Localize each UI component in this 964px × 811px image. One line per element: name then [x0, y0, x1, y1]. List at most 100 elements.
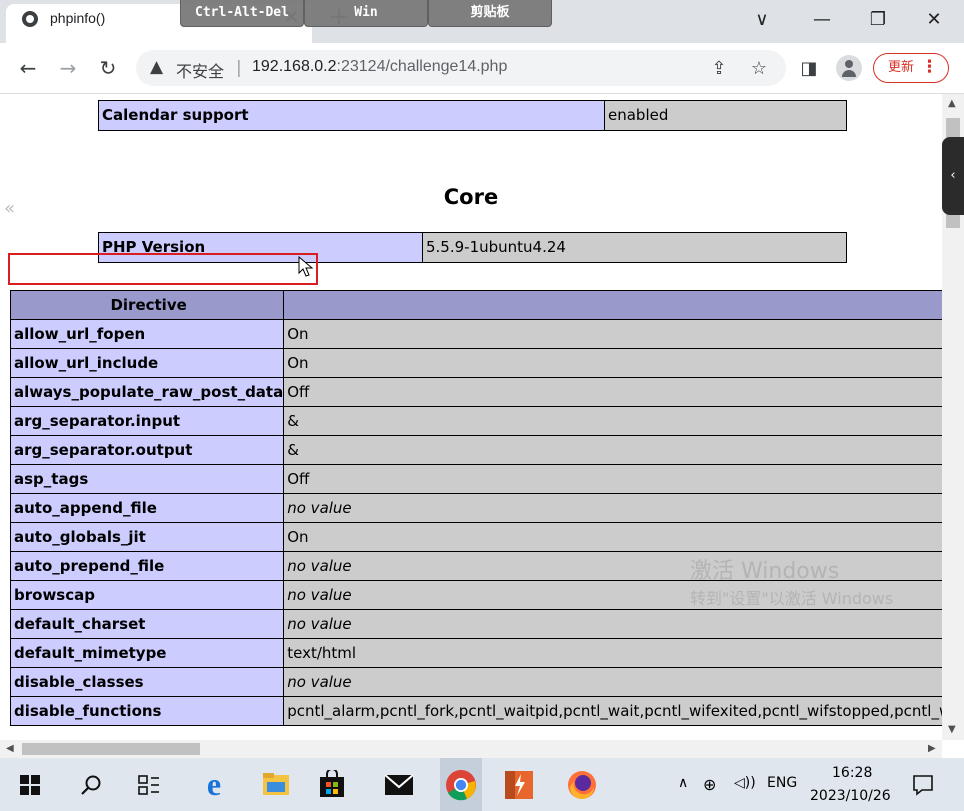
directive-header-row: Directive: [9, 290, 942, 320]
directive-value: no value: [283, 551, 942, 581]
scroll-right-icon[interactable]: ▶: [928, 743, 936, 754]
directive-name: arg_separator.input: [9, 406, 285, 436]
directive-name: default_mimetype: [9, 638, 285, 668]
directive-name: auto_append_file: [9, 493, 285, 523]
directive-value: text/html: [283, 638, 942, 668]
scroll-down-icon[interactable]: ▼: [948, 724, 956, 735]
tab-search-icon[interactable]: ∨: [748, 8, 776, 32]
clock-date[interactable]: 2023/10/26: [810, 788, 891, 804]
directive-name: disable_functions: [9, 696, 285, 726]
mouse-cursor-icon: [298, 256, 314, 277]
directive-name: default_charset: [9, 609, 285, 639]
clock-time[interactable]: 16:28: [832, 765, 872, 781]
edge-icon[interactable]: e: [196, 766, 232, 802]
side-drawer-handle[interactable]: ‹: [942, 137, 964, 215]
directive-row: arg_separator.input &: [9, 406, 942, 436]
highlight-box: [8, 253, 318, 285]
ctrl-alt-del-button[interactable]: Ctrl-Alt-Del: [180, 0, 304, 27]
scroll-left-icon[interactable]: ◀: [6, 743, 14, 754]
directive-table: Directive allow_url_fopen On allow_url_inc…: [9, 290, 942, 726]
network-icon[interactable]: ⊕: [703, 775, 716, 794]
mail-icon[interactable]: [384, 774, 414, 796]
activation-watermark-hint: 转到"设置"以激活 Windows: [690, 589, 894, 608]
directive-value: On: [283, 319, 942, 349]
directive-value: no value: [283, 609, 942, 639]
page-content: Calendar support enabled « Core PHP Vers…: [0, 94, 942, 740]
horizontal-scroll-thumb[interactable]: [22, 743, 200, 755]
warning-icon[interactable]: ▲: [150, 57, 163, 77]
directive-row: asp_tags Off: [9, 464, 942, 494]
store-icon[interactable]: [318, 770, 346, 798]
directive-value: &: [283, 435, 942, 465]
directive-value: no value: [283, 667, 942, 697]
minimize-icon[interactable]: —: [808, 8, 836, 32]
directive-value: pcntl_alarm,pcntl_fork,pcntl_waitpid,pcn…: [283, 696, 942, 726]
share-icon[interactable]: ⇪: [706, 56, 732, 82]
tray-overflow-icon[interactable]: ∧: [678, 775, 688, 791]
firefox-icon[interactable]: [566, 769, 598, 801]
search-icon[interactable]: [80, 774, 102, 796]
notification-icon[interactable]: [912, 774, 934, 796]
url-path: :23124/challenge14.php: [336, 58, 508, 75]
url-host: 192.168.0.2: [252, 58, 337, 75]
directive-row: disable_classes no value: [9, 667, 942, 697]
tab-title: phpinfo(): [50, 10, 106, 26]
win-key-button[interactable]: Win: [304, 0, 428, 27]
directive-name: auto_globals_jit: [9, 522, 285, 552]
directive-value: Off: [283, 464, 942, 494]
profile-avatar-icon[interactable]: [836, 55, 862, 81]
directive-name: allow_url_include: [9, 348, 285, 378]
activation-watermark: 激活 Windows: [690, 559, 840, 584]
burp-suite-icon[interactable]: [504, 770, 534, 800]
directive-name: arg_separator.output: [9, 435, 285, 465]
address-separator: |: [236, 58, 242, 78]
directive-name: allow_url_fopen: [9, 319, 285, 349]
back-icon[interactable]: ←: [14, 54, 42, 82]
close-window-icon[interactable]: ✕: [920, 8, 948, 32]
start-icon[interactable]: [20, 775, 40, 795]
directive-name: asp_tags: [9, 464, 285, 494]
file-explorer-icon[interactable]: [262, 772, 290, 796]
update-button[interactable]: 更新 ⋮: [873, 53, 949, 83]
restore-icon[interactable]: ❐: [864, 8, 892, 32]
directive-row: default_charset no value: [9, 609, 942, 639]
volume-icon[interactable]: ◁)): [734, 775, 756, 791]
bookmark-star-icon[interactable]: ☆: [746, 56, 772, 82]
directive-row: always_populate_raw_post_data Off: [9, 377, 942, 407]
calendar-support-value: enabled: [604, 100, 847, 131]
side-panel-icon[interactable]: ◨: [796, 56, 822, 82]
directive-row: auto_globals_jit On: [9, 522, 942, 552]
php-version-value: 5.5.9-1ubuntu4.24: [422, 232, 847, 263]
directive-value: &: [283, 406, 942, 436]
scroll-up-icon[interactable]: ▲: [948, 98, 956, 109]
directive-row: default_mimetype text/html: [9, 638, 942, 668]
reload-icon[interactable]: ↻: [94, 54, 122, 82]
directive-row: auto_append_file no value: [9, 493, 942, 523]
update-label: 更新: [888, 60, 915, 75]
directive-value: On: [283, 522, 942, 552]
forward-icon[interactable]: →: [54, 54, 82, 82]
chrome-icon[interactable]: [445, 769, 477, 801]
more-menu-icon[interactable]: ⋮: [921, 54, 938, 81]
directive-header: Directive: [9, 290, 285, 320]
section-title: Core: [443, 185, 499, 209]
security-label[interactable]: 不安全: [176, 58, 224, 82]
url-text[interactable]: 192.168.0.2:23124/challenge14.php: [252, 58, 507, 76]
directive-name: browscap: [9, 580, 285, 610]
directive-name: always_populate_raw_post_data: [9, 377, 285, 407]
directive-name: auto_prepend_file: [9, 551, 285, 581]
value-header: [283, 290, 942, 320]
globe-icon: [22, 11, 38, 27]
clipboard-button[interactable]: 剪贴板: [428, 0, 552, 27]
directive-value: Off: [283, 377, 942, 407]
directive-row: allow_url_include On: [9, 348, 942, 378]
directive-row: allow_url_fopen On: [9, 319, 942, 349]
directive-value: On: [283, 348, 942, 378]
directive-value: no value: [283, 493, 942, 523]
calendar-support-label: Calendar support: [98, 100, 605, 131]
directive-name: disable_classes: [9, 667, 285, 697]
directive-row: arg_separator.output &: [9, 435, 942, 465]
input-language[interactable]: ENG: [767, 775, 797, 791]
task-view-icon[interactable]: [138, 775, 160, 795]
directive-row: disable_functions pcntl_alarm,pcntl_fork,…: [9, 696, 942, 726]
